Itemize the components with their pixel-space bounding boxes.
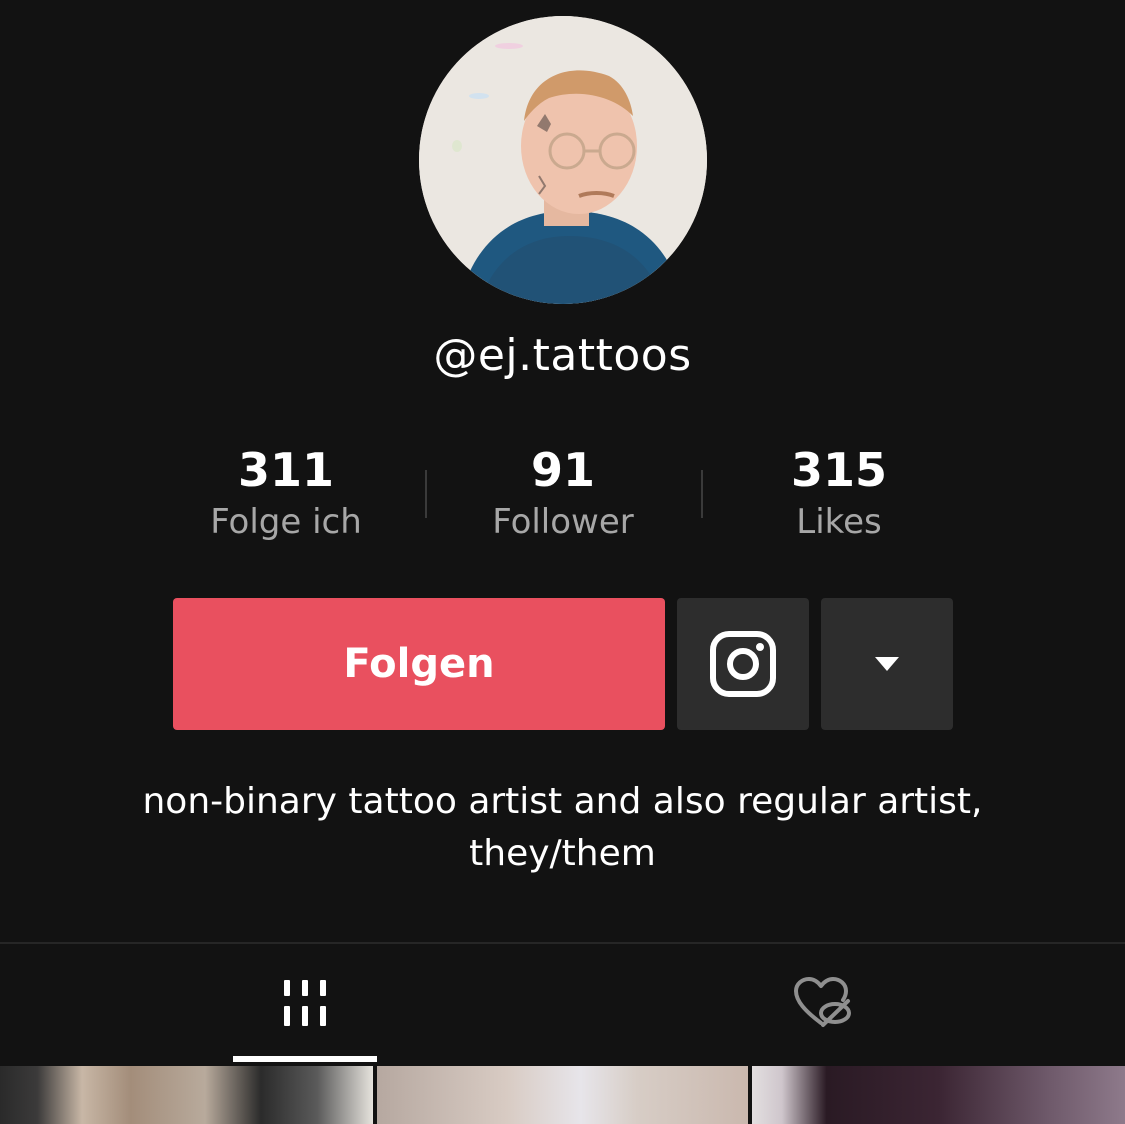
stat-likes[interactable]: 315 Likes xyxy=(701,440,977,548)
stat-following[interactable]: 311 Folge ich xyxy=(148,440,424,548)
caret-down-icon xyxy=(875,657,899,671)
likes-label: Likes xyxy=(796,502,882,542)
likes-count: 315 xyxy=(790,443,888,497)
video-thumbnail[interactable] xyxy=(377,1066,748,1124)
video-thumbnail[interactable] xyxy=(0,1066,373,1124)
avatar[interactable] xyxy=(419,16,707,304)
video-thumbnail[interactable] xyxy=(752,1066,1125,1124)
active-tab-indicator xyxy=(233,1056,377,1062)
grid-bars-icon xyxy=(284,980,326,1026)
heart-hidden-icon xyxy=(794,977,851,1027)
more-options-button[interactable] xyxy=(821,598,953,730)
following-label: Folge ich xyxy=(210,502,362,542)
bio: non-binary tattoo artist and also regula… xyxy=(0,776,1125,880)
follow-button[interactable]: Folgen xyxy=(173,598,665,730)
tab-videos[interactable] xyxy=(24,944,586,1062)
username: @ej.tattoos xyxy=(433,330,692,381)
following-count: 311 xyxy=(237,443,335,497)
bio-line: non-binary tattoo artist and also regula… xyxy=(142,781,983,822)
followers-label: Follower xyxy=(492,502,634,542)
bio-line: they/them xyxy=(469,833,656,874)
instagram-button[interactable] xyxy=(677,598,809,730)
avatar-photo xyxy=(419,16,707,304)
instagram-icon xyxy=(710,631,776,697)
followers-count: 91 xyxy=(530,443,595,497)
profile-page: @ej.tattoos 311 Folge ich 91 Follower 31… xyxy=(0,0,1125,1124)
tab-liked[interactable] xyxy=(538,944,1100,1062)
stat-followers[interactable]: 91 Follower xyxy=(425,440,701,548)
